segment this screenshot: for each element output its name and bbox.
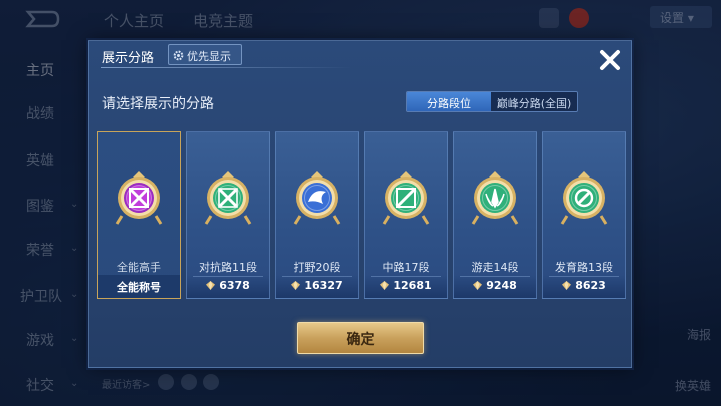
lane-name: 游走14段 — [471, 261, 519, 274]
lane-card[interactable]: 对抗路11段 6378 — [186, 131, 270, 299]
all-round-emblem-icon — [115, 171, 163, 225]
tab-peak-lane[interactable]: 巅峰分路(全国) — [491, 92, 577, 111]
lane-card[interactable]: 打野20段 16327 — [275, 131, 359, 299]
score-value: 16327 — [304, 279, 343, 292]
tab-lane-rank[interactable]: 分路段位 — [407, 92, 492, 111]
close-icon[interactable] — [595, 45, 625, 75]
prompt-text: 请选择展示的分路 — [102, 96, 214, 112]
score-value: 8623 — [575, 279, 606, 292]
lane-card[interactable]: 发育路13段 8623 — [542, 131, 626, 299]
dialog-title: 展示分路 — [102, 51, 155, 66]
lane-card[interactable]: 游走14段 9248 — [453, 131, 537, 299]
roam-emblem-icon — [471, 171, 519, 225]
confirm-button[interactable]: 确定 — [297, 322, 424, 354]
lane-name: 中路17段 — [382, 261, 430, 274]
lane-score: 16327 — [276, 275, 358, 298]
lane-display-dialog: 展示分路 优先显示 请选择展示的分路 分路段位 巅峰分路(全国) 全能高手全能称… — [88, 40, 632, 368]
score-value: 12681 — [393, 279, 432, 292]
lane-name: 发育路13段 — [555, 261, 613, 274]
lane-name: 对抗路11段 — [199, 261, 257, 274]
lane-score: 12681 — [365, 275, 447, 298]
lane-name: 打野20段 — [293, 261, 341, 274]
priority-display-button[interactable]: 优先显示 — [168, 44, 242, 65]
all-round-title-label: 全能称号 — [117, 281, 161, 294]
score-value: 9248 — [486, 279, 517, 292]
lane-card[interactable]: 全能高手 全能称号 — [97, 131, 181, 299]
jungle-emblem-icon — [293, 171, 341, 225]
lane-score: 8623 — [543, 275, 625, 298]
rank-diamond-icon — [380, 281, 390, 290]
lane-mode-switch: 分路段位 巅峰分路(全国) — [406, 91, 578, 112]
rank-diamond-icon — [206, 281, 216, 290]
gear-icon — [173, 50, 184, 61]
lane-score: 6378 — [187, 275, 269, 298]
farm-lane-emblem-icon — [560, 171, 608, 225]
lane-score: 全能称号 — [98, 275, 180, 298]
clash-lane-emblem-icon — [204, 171, 252, 225]
rank-diamond-icon — [473, 281, 483, 290]
lane-card[interactable]: 中路17段 12681 — [364, 131, 448, 299]
divider — [101, 67, 351, 68]
mid-lane-emblem-icon — [382, 171, 430, 225]
rank-diamond-icon — [291, 281, 301, 290]
rank-diamond-icon — [562, 281, 572, 290]
lane-score: 9248 — [454, 275, 536, 298]
score-value: 6378 — [219, 279, 250, 292]
lane-name: 全能高手 — [117, 261, 161, 274]
priority-label: 优先显示 — [187, 50, 231, 63]
